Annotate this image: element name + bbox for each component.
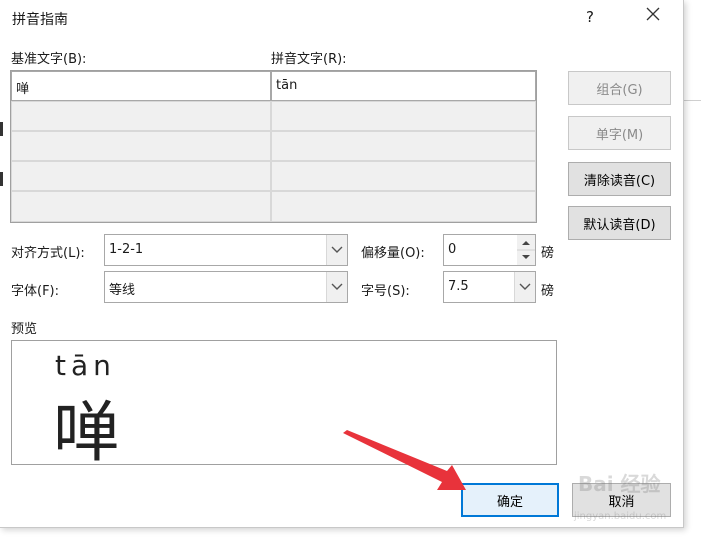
watermark-logo: Bai 经验: [578, 472, 661, 496]
watermark-url: jingyan.baidu.com: [574, 511, 667, 522]
annotation-arrow-icon: [343, 430, 466, 490]
